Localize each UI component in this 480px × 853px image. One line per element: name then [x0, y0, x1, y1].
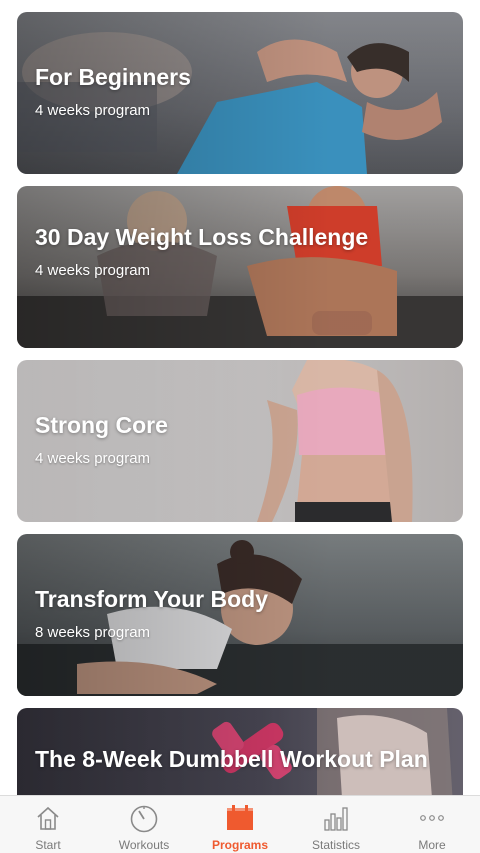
tab-workouts[interactable]: Workouts [96, 796, 192, 853]
program-card-weight-loss[interactable]: 30 Day Weight Loss Challenge 4 weeks pro… [17, 186, 463, 348]
timer-icon [130, 805, 158, 833]
calendar-icon [227, 805, 253, 830]
program-duration: 4 weeks program [35, 262, 151, 279]
program-title: 30 Day Weight Loss Challenge [35, 224, 369, 250]
program-duration: 4 weeks program [35, 102, 151, 119]
tab-more[interactable]: More [384, 796, 480, 853]
tab-statistics[interactable]: Statistics [288, 796, 384, 853]
tab-start[interactable]: Start [0, 796, 96, 853]
program-title: Transform Your Body [35, 586, 269, 612]
program-card-for-beginners[interactable]: For Beginners 4 weeks program [17, 12, 463, 174]
programs-list[interactable]: For Beginners 4 weeks program 30 Day Wei… [0, 0, 480, 795]
tab-label: Statistics [311, 838, 360, 852]
program-duration: 4 weeks program [35, 450, 151, 467]
tab-label: More [418, 838, 446, 852]
program-card-dumbbell[interactable]: The 8-Week Dumbbell Workout Plan [17, 708, 463, 795]
program-title: Strong Core [35, 412, 168, 438]
program-duration: 8 weeks program [35, 624, 151, 641]
more-dots-icon [420, 815, 444, 821]
tab-programs[interactable]: Programs [192, 796, 288, 853]
program-title: The 8-Week Dumbbell Workout Plan [35, 746, 428, 772]
tab-label: Start [35, 838, 61, 852]
home-icon [37, 806, 59, 830]
bottom-tab-bar: Start Workouts Programs Statistics More [0, 795, 480, 853]
tab-label: Workouts [118, 838, 170, 852]
bar-chart-icon [324, 807, 348, 831]
program-card-transform[interactable]: Transform Your Body 8 weeks program [17, 534, 463, 696]
tab-label: Programs [211, 838, 269, 852]
program-title: For Beginners [35, 64, 191, 90]
program-card-strong-core[interactable]: Strong Core 4 weeks program [17, 360, 463, 522]
